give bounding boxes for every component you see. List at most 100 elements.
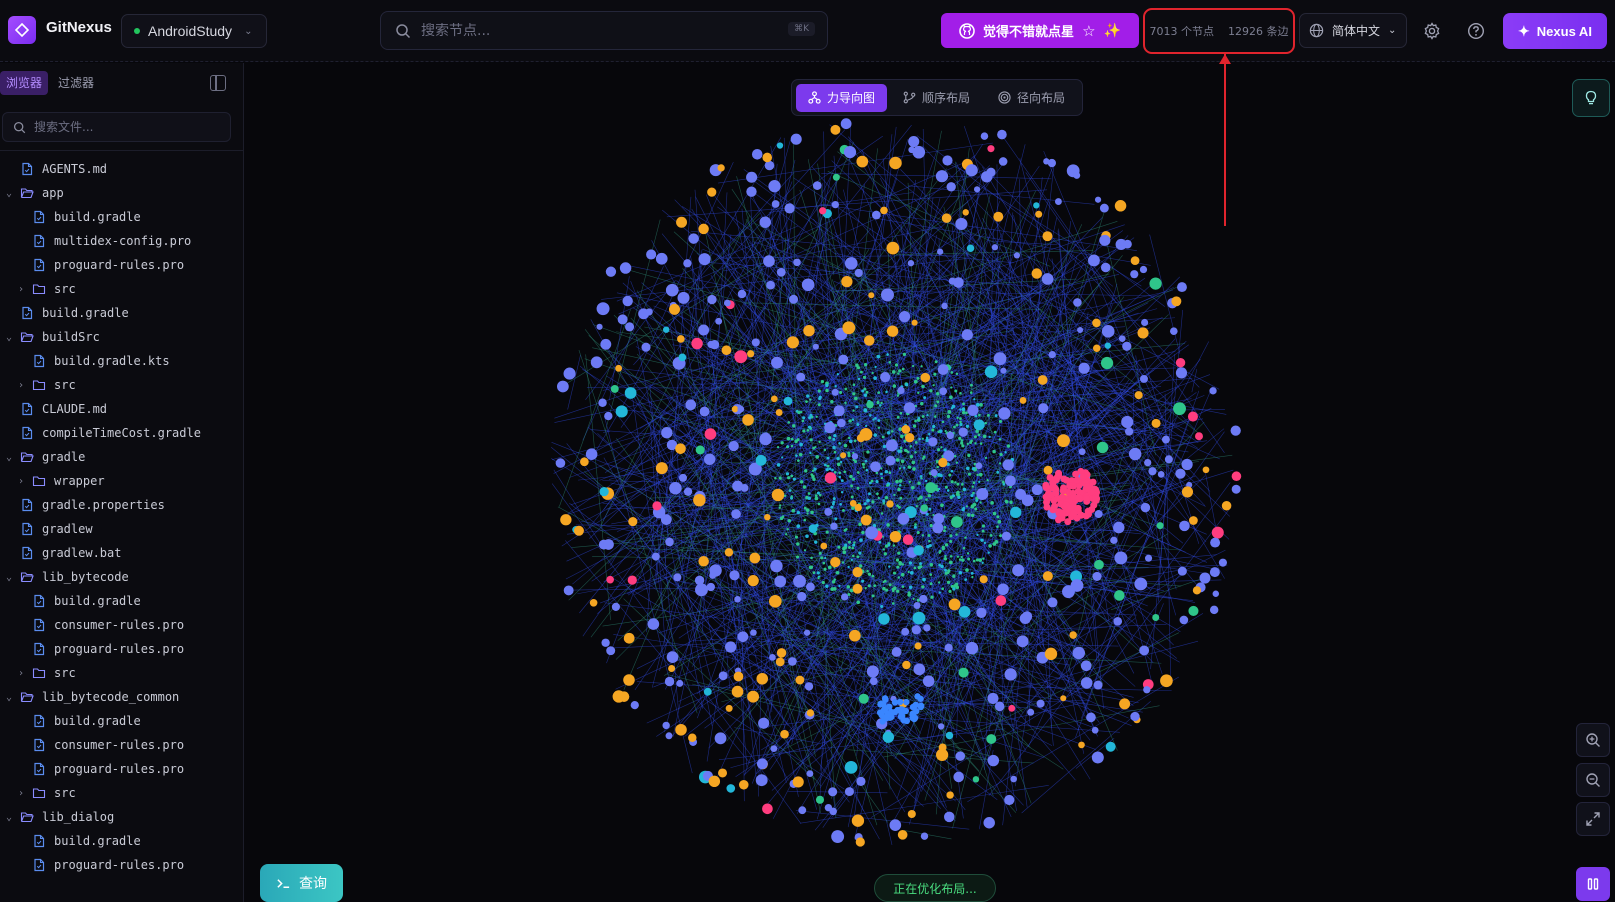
graph-node[interactable] — [886, 325, 899, 337]
graph-node[interactable] — [824, 472, 837, 484]
file-item[interactable]: build.gradle — [0, 301, 243, 325]
graph-node[interactable] — [1042, 571, 1053, 582]
graph-node[interactable] — [865, 468, 869, 472]
graph-node[interactable] — [979, 442, 983, 445]
graph-node[interactable] — [896, 415, 900, 419]
graph-node[interactable] — [820, 556, 824, 560]
graph-node[interactable] — [962, 487, 967, 492]
graph-node[interactable] — [771, 356, 783, 369]
graph-node[interactable] — [961, 329, 973, 341]
graph-canvas[interactable]: 力导向图 顺序布局 径向布局 查询 正在优化布局... — [244, 63, 1615, 902]
graph-node[interactable] — [831, 468, 834, 472]
graph-node[interactable] — [832, 497, 836, 501]
graph-node[interactable] — [844, 787, 854, 797]
graph-node[interactable] — [1175, 468, 1186, 479]
graph-node[interactable] — [850, 495, 854, 499]
graph-node[interactable] — [734, 350, 748, 364]
graph-node[interactable] — [875, 480, 879, 484]
graph-node[interactable] — [910, 485, 915, 490]
graph-node[interactable] — [953, 584, 957, 588]
graph-node[interactable] — [756, 672, 769, 685]
graph-node[interactable] — [1119, 698, 1131, 710]
graph-node[interactable] — [844, 387, 848, 391]
graph-node[interactable] — [824, 507, 833, 516]
graph-node[interactable] — [888, 360, 892, 364]
graph-node[interactable] — [820, 542, 828, 550]
graph-node[interactable] — [1094, 559, 1104, 570]
graph-node[interactable] — [838, 442, 841, 445]
graph-node[interactable] — [918, 437, 921, 441]
graph-node[interactable] — [1058, 509, 1066, 517]
graph-node[interactable] — [812, 343, 819, 350]
graph-node[interactable] — [851, 418, 855, 421]
graph-node[interactable] — [796, 524, 801, 529]
graph-node[interactable] — [900, 434, 904, 439]
graph-node[interactable] — [847, 436, 851, 440]
graph-node[interactable] — [868, 292, 875, 299]
graph-node[interactable] — [948, 589, 952, 593]
layout-force-button[interactable]: 力导向图 — [796, 83, 888, 112]
graph-node[interactable] — [785, 472, 790, 476]
graph-node[interactable] — [865, 390, 869, 394]
graph-node[interactable] — [844, 543, 848, 547]
graph-node[interactable] — [897, 505, 901, 509]
graph-node[interactable] — [895, 558, 900, 562]
graph-node[interactable] — [886, 353, 889, 356]
graph-node[interactable] — [962, 209, 969, 216]
graph-node[interactable] — [837, 545, 841, 549]
graph-node[interactable] — [764, 160, 775, 171]
graph-node[interactable] — [1195, 432, 1203, 441]
chevron-right-icon[interactable]: › — [16, 668, 26, 679]
graph-node[interactable] — [707, 187, 717, 197]
graph-node[interactable] — [899, 496, 903, 500]
graph-node[interactable] — [844, 760, 858, 774]
graph-node[interactable] — [973, 435, 977, 439]
graph-node[interactable] — [853, 541, 856, 544]
graph-node[interactable] — [775, 657, 785, 667]
graph-node[interactable] — [1104, 342, 1112, 349]
graph-node[interactable] — [987, 551, 990, 554]
graph-node[interactable] — [856, 155, 869, 168]
graph-node[interactable] — [1151, 418, 1161, 428]
graph-node[interactable] — [742, 414, 754, 426]
graph-node[interactable] — [937, 364, 949, 375]
graph-node[interactable] — [997, 129, 1007, 140]
graph-node[interactable] — [978, 480, 981, 483]
graph-node[interactable] — [817, 389, 821, 393]
graph-node[interactable] — [905, 449, 908, 453]
graph-node[interactable] — [792, 477, 796, 481]
graph-node[interactable] — [949, 395, 953, 400]
graph-node[interactable] — [950, 386, 953, 389]
graph-node[interactable] — [776, 142, 784, 149]
graph-node[interactable] — [961, 558, 965, 562]
graph-node[interactable] — [955, 217, 968, 231]
graph-node[interactable] — [737, 289, 747, 299]
graph-node[interactable] — [866, 498, 870, 503]
graph-node[interactable] — [573, 525, 584, 536]
graph-node[interactable] — [1212, 590, 1220, 597]
graph-node[interactable] — [762, 803, 773, 815]
graph-node[interactable] — [771, 200, 780, 208]
graph-node[interactable] — [655, 252, 668, 265]
graph-node[interactable] — [603, 539, 614, 550]
graph-node[interactable] — [804, 469, 808, 473]
graph-node[interactable] — [688, 733, 697, 743]
graph-node[interactable] — [1188, 605, 1199, 616]
graph-node[interactable] — [950, 480, 954, 484]
graph-node[interactable] — [1140, 374, 1148, 383]
graph-node[interactable] — [979, 575, 988, 584]
graph-node[interactable] — [937, 723, 945, 730]
graph-node[interactable] — [560, 514, 572, 526]
graph-node[interactable] — [758, 717, 770, 729]
graph-node[interactable] — [1181, 458, 1193, 471]
graph-node[interactable] — [960, 555, 963, 559]
graph-node[interactable] — [1000, 367, 1007, 374]
graph-node[interactable] — [958, 606, 971, 618]
graph-node[interactable] — [950, 371, 954, 374]
graph-node[interactable] — [638, 308, 649, 320]
graph-node[interactable] — [746, 186, 757, 197]
layout-radial-button[interactable]: 径向布局 — [986, 84, 1077, 112]
graph-node[interactable] — [843, 443, 848, 448]
graph-node[interactable] — [902, 352, 907, 357]
graph-node[interactable] — [897, 830, 908, 840]
